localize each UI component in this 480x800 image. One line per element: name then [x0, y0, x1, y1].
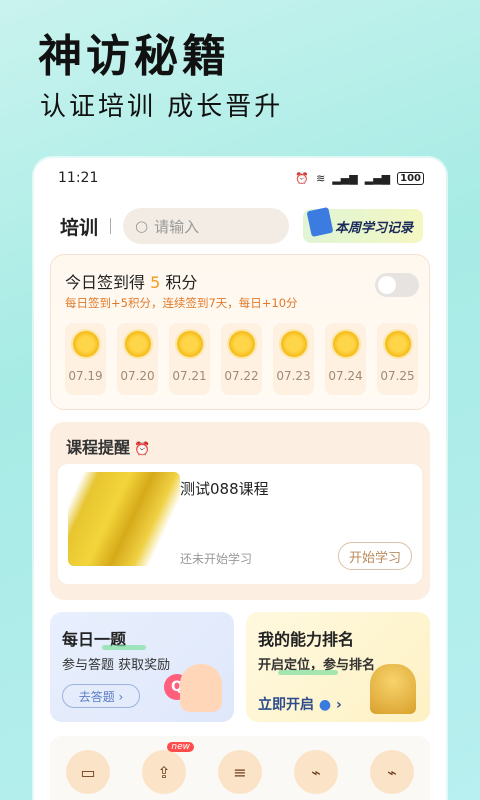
- daily-question-card[interactable]: 每日一题 参与答题 获取奖励 去答题 › Q: [50, 612, 234, 722]
- exam-icon[interactable]: ≡: [218, 750, 262, 794]
- alarm-icon: ⏰: [295, 171, 310, 185]
- location-pin-icon: ●: [318, 697, 332, 713]
- course-card[interactable]: 测试088课程 还未开始学习 开始学习: [58, 464, 422, 584]
- course-name: 测试088课程: [180, 480, 269, 498]
- checkin-title-suffix: 积分: [165, 273, 198, 292]
- chart-tv-icon-2[interactable]: ⌁: [370, 750, 414, 794]
- day-label: 07.23: [276, 369, 311, 383]
- signal-icon: ▂▄▆: [332, 171, 358, 185]
- ranking-card[interactable]: 我的能力排名 开启定位，参与排名 立即开启 ● ›: [246, 612, 430, 722]
- course-reminder-title-text: 课程提醒: [66, 438, 131, 457]
- course-thumbnail: [68, 472, 180, 566]
- checkin-toggle[interactable]: [375, 273, 419, 297]
- checkin-day[interactable]: 07.25: [377, 323, 418, 395]
- coin-icon: [280, 331, 307, 357]
- alarm-clock-icon: ⏰: [134, 442, 151, 457]
- coin-icon: [72, 331, 99, 357]
- course-reminder-title: 课程提醒 ⏰: [66, 434, 150, 458]
- checkin-description: 每日签到+5积分，连续签到7天，每日+10分: [65, 296, 298, 310]
- banner-subtitle: 认证培训 成长晋升: [40, 92, 284, 122]
- coin-icon: [228, 331, 255, 357]
- weekly-record-label: 本周学习记录: [335, 220, 414, 236]
- checkin-day[interactable]: 07.20: [117, 323, 158, 395]
- checkin-day[interactable]: 07.21: [169, 323, 210, 395]
- course-status: 还未开始学习: [180, 552, 253, 566]
- checkin-day[interactable]: 07.19: [65, 323, 106, 395]
- checkin-title: 今日签到得 5 积分: [65, 269, 197, 293]
- chart-tv-icon[interactable]: ⌁: [294, 750, 338, 794]
- search-icon: ○: [135, 217, 149, 235]
- checkin-day[interactable]: 07.22: [221, 323, 262, 395]
- signal-icon-2: ▂▄▆: [364, 171, 391, 185]
- banner-title: 神访秘籍: [38, 31, 230, 82]
- answer-button[interactable]: 去答题 ›: [62, 684, 140, 708]
- wifi-icon: ≋: [316, 171, 326, 185]
- day-label: 07.22: [224, 369, 259, 383]
- day-label: 07.25: [380, 369, 415, 383]
- status-bar: 11:21 ⏰ ≋ ▂▄▆ ▂▄▆ 100: [34, 158, 446, 198]
- day-label: 07.21: [172, 369, 207, 383]
- phone-screen: 11:21 ⏰ ≋ ▂▄▆ ▂▄▆ 100 培训 ○ 请输入 本周学习记录 今日…: [34, 158, 446, 800]
- hand-icon: [180, 664, 222, 712]
- search-input[interactable]: ○ 请输入: [123, 208, 290, 244]
- book-icon: [306, 206, 334, 238]
- daily-question-title: 每日一题: [62, 626, 147, 650]
- status-time: 11:21: [58, 170, 99, 186]
- chevron-right-icon: ›: [335, 697, 342, 713]
- weekly-record-button[interactable]: 本周学习记录: [303, 206, 424, 243]
- bottom-shortcuts: ▭ ⇪ new ≡ ⌁ ⌁: [50, 736, 430, 800]
- page-header: 培训 ○ 请输入 本周学习记录: [34, 204, 446, 248]
- upload-screen-icon[interactable]: ⇪ new: [142, 742, 194, 794]
- coin-icon: [332, 331, 359, 357]
- coin-icon: [176, 331, 203, 357]
- day-label: 07.24: [328, 369, 363, 383]
- page-title: 培训: [60, 216, 99, 239]
- battery-icon: 100: [397, 171, 424, 185]
- search-placeholder: 请输入: [154, 217, 200, 236]
- ranking-description: 开启定位，参与排名: [258, 654, 375, 675]
- daily-question-description: 参与答题 获取奖励: [62, 658, 171, 673]
- checkin-day[interactable]: 07.24: [325, 323, 366, 395]
- enable-location-label: 立即开启: [258, 697, 314, 713]
- checkin-day[interactable]: 07.23: [273, 323, 314, 395]
- start-learning-button[interactable]: 开始学习: [338, 542, 412, 570]
- new-badge: new: [167, 742, 194, 752]
- checkin-points: 5: [150, 273, 161, 292]
- day-label: 07.19: [68, 369, 103, 383]
- ranking-title: 我的能力排名: [258, 630, 355, 649]
- coin-icon: [384, 331, 411, 357]
- calendar-icon[interactable]: ▭: [66, 750, 110, 794]
- coin-icon: [124, 331, 151, 357]
- checkin-card: 今日签到得 5 积分 每日签到+5积分，连续签到7天，每日+10分 07.19 …: [50, 254, 430, 410]
- header-divider: [110, 218, 112, 234]
- trophy-icon: [370, 664, 416, 714]
- enable-location-button[interactable]: 立即开启 ● ›: [258, 694, 342, 714]
- checkin-days: 07.19 07.20 07.21 07.22 07.23 07.24 07.2…: [65, 323, 418, 395]
- course-reminder-section: 课程提醒 ⏰ 测试088课程 还未开始学习 开始学习: [50, 422, 430, 600]
- checkin-title-prefix: 今日签到得: [65, 273, 146, 292]
- day-label: 07.20: [120, 369, 155, 383]
